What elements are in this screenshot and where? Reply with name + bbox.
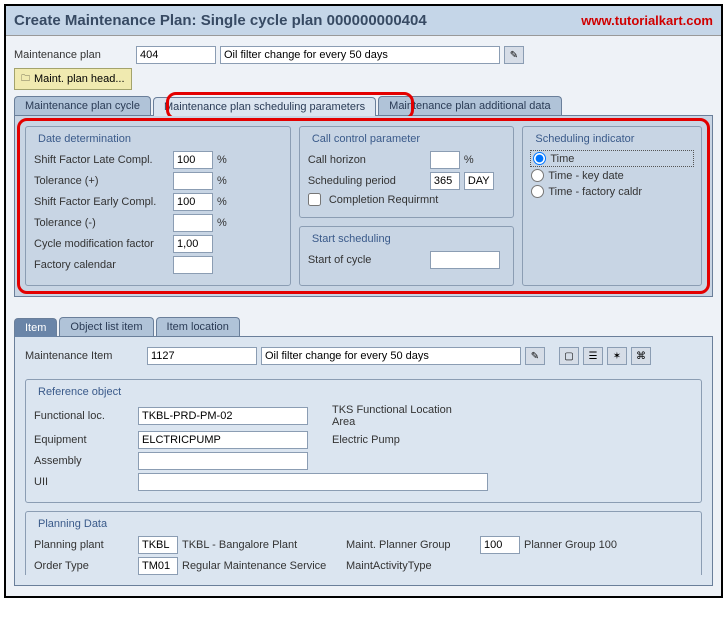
tab-additional-data[interactable]: Maintenance plan additional data bbox=[378, 96, 561, 115]
funcloc-desc: TKS Functional Location Area bbox=[332, 404, 467, 428]
call-horizon-unit: % bbox=[464, 154, 474, 166]
radio-time-key-label: Time - key date bbox=[548, 170, 623, 182]
shift-late-input[interactable] bbox=[173, 151, 213, 169]
item-action2-icon[interactable]: ☰ bbox=[583, 347, 603, 365]
scheduling-params-panel: Date determination Shift Factor Late Com… bbox=[14, 116, 713, 297]
cycle-mod-label: Cycle modification factor bbox=[34, 238, 169, 250]
maint-plan-number-input[interactable] bbox=[136, 46, 216, 64]
shift-late-unit: % bbox=[217, 154, 227, 166]
start-of-cycle-label: Start of cycle bbox=[308, 254, 426, 266]
shift-early-label: Shift Factor Early Compl. bbox=[34, 196, 169, 208]
item-action4-icon[interactable]: ⌘ bbox=[631, 347, 651, 365]
plan-tab-strip: Maintenance plan cycle Maintenance plan … bbox=[14, 96, 713, 116]
maint-plan-head-label: Maint. plan head... bbox=[34, 73, 125, 85]
tol-plus-label: Tolerance (+) bbox=[34, 175, 169, 187]
start-scheduling-group: Start scheduling Start of cycle bbox=[299, 226, 515, 286]
equipment-desc: Electric Pump bbox=[332, 434, 467, 446]
planner-group-input[interactable] bbox=[480, 536, 520, 554]
shift-early-unit: % bbox=[217, 196, 227, 208]
maint-item-desc-input[interactable] bbox=[261, 347, 521, 365]
start-scheduling-title: Start scheduling bbox=[308, 233, 395, 245]
folder-icon bbox=[21, 71, 30, 87]
main-content: Maintenance plan Maint. plan head... Mai… bbox=[6, 36, 721, 596]
planner-group-label: Maint. Planner Group bbox=[346, 539, 476, 551]
edit-plan-icon[interactable] bbox=[504, 46, 524, 64]
call-control-title: Call control parameter bbox=[308, 133, 424, 145]
watermark: www.tutorialkart.com bbox=[581, 13, 713, 28]
start-of-cycle-input[interactable] bbox=[430, 251, 500, 269]
maint-activity-type-label: MaintActivityType bbox=[346, 560, 476, 572]
planner-group-desc: Planner Group 100 bbox=[524, 539, 659, 551]
sched-period-label: Scheduling period bbox=[308, 175, 426, 187]
tab-scheduling-params[interactable]: Maintenance plan scheduling parameters bbox=[153, 97, 376, 116]
assembly-label: Assembly bbox=[34, 455, 134, 467]
completion-requirmnt-label: Completion Requirmnt bbox=[329, 194, 438, 206]
tol-plus-input[interactable] bbox=[173, 172, 213, 190]
tab-item-location[interactable]: Item location bbox=[156, 317, 240, 336]
radio-time-factory[interactable] bbox=[531, 185, 544, 198]
reference-object-title: Reference object bbox=[34, 386, 125, 398]
order-type-desc: Regular Maintenance Service bbox=[182, 560, 342, 572]
tol-minus-input[interactable] bbox=[173, 214, 213, 232]
planning-plant-label: Planning plant bbox=[34, 539, 134, 551]
radio-time[interactable] bbox=[533, 152, 546, 165]
maint-plan-label: Maintenance plan bbox=[14, 49, 132, 61]
funcloc-label: Functional loc. bbox=[34, 410, 134, 422]
sched-period-input[interactable] bbox=[430, 172, 460, 190]
completion-requirmnt-checkbox[interactable] bbox=[308, 193, 321, 206]
item-action3-icon[interactable]: ✶ bbox=[607, 347, 627, 365]
shift-late-label: Shift Factor Late Compl. bbox=[34, 154, 169, 166]
date-determination-group: Date determination Shift Factor Late Com… bbox=[25, 126, 291, 286]
date-determination-title: Date determination bbox=[34, 133, 135, 145]
scheduling-indicator-title: Scheduling indicator bbox=[531, 133, 638, 145]
planning-plant-desc: TKBL - Bangalore Plant bbox=[182, 539, 342, 551]
factory-cal-input[interactable] bbox=[173, 256, 213, 274]
maint-plan-head-button[interactable]: Maint. plan head... bbox=[14, 68, 132, 90]
title-bar: Create Maintenance Plan: Single cycle pl… bbox=[6, 6, 721, 36]
edit-item-icon[interactable] bbox=[525, 347, 545, 365]
equipment-label: Equipment bbox=[34, 434, 134, 446]
tab-item[interactable]: Item bbox=[14, 318, 57, 337]
reference-object-group: Reference object Functional loc. TKS Fun… bbox=[25, 379, 702, 503]
call-control-group: Call control parameter Call horizon % Sc… bbox=[299, 126, 515, 218]
radio-time-label: Time bbox=[550, 153, 574, 165]
uii-input[interactable] bbox=[138, 473, 488, 491]
item-action1-icon[interactable]: ▢ bbox=[559, 347, 579, 365]
item-tab-strip: Item Object list item Item location bbox=[14, 317, 713, 337]
funcloc-input[interactable] bbox=[138, 407, 308, 425]
tab-cycle[interactable]: Maintenance plan cycle bbox=[14, 96, 151, 115]
scheduling-indicator-group: Scheduling indicator Time Time - key dat… bbox=[522, 126, 702, 286]
tol-plus-unit: % bbox=[217, 175, 227, 187]
radio-time-factory-label: Time - factory caldr bbox=[548, 186, 642, 198]
order-type-input[interactable] bbox=[138, 557, 178, 575]
planning-data-title: Planning Data bbox=[34, 518, 111, 530]
order-type-label: Order Type bbox=[34, 560, 134, 572]
maint-plan-row: Maintenance plan bbox=[14, 46, 713, 64]
sched-period-unit-input[interactable] bbox=[464, 172, 494, 190]
equipment-input[interactable] bbox=[138, 431, 308, 449]
factory-cal-label: Factory calendar bbox=[34, 259, 169, 271]
tol-minus-label: Tolerance (-) bbox=[34, 217, 169, 229]
tol-minus-unit: % bbox=[217, 217, 227, 229]
item-panel: Maintenance Item ▢ ☰ ✶ ⌘ Reference objec… bbox=[14, 337, 713, 586]
assembly-input[interactable] bbox=[138, 452, 308, 470]
maint-item-number-input[interactable] bbox=[147, 347, 257, 365]
maint-item-label: Maintenance Item bbox=[25, 350, 143, 362]
tab-object-list-item[interactable]: Object list item bbox=[59, 317, 153, 336]
call-horizon-label: Call horizon bbox=[308, 154, 426, 166]
page-title: Create Maintenance Plan: Single cycle pl… bbox=[14, 12, 427, 29]
call-horizon-input[interactable] bbox=[430, 151, 460, 169]
cycle-mod-input[interactable] bbox=[173, 235, 213, 253]
planning-plant-input[interactable] bbox=[138, 536, 178, 554]
maint-plan-desc-input[interactable] bbox=[220, 46, 500, 64]
uii-label: UII bbox=[34, 476, 134, 488]
shift-early-input[interactable] bbox=[173, 193, 213, 211]
planning-data-group: Planning Data Planning plant TKBL - Bang… bbox=[25, 511, 702, 575]
radio-time-key-date[interactable] bbox=[531, 169, 544, 182]
